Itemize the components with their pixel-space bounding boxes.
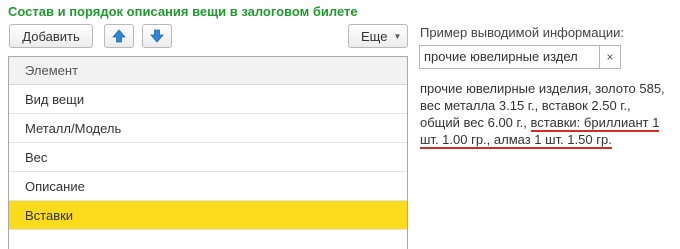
add-button[interactable]: Добавить: [9, 24, 93, 48]
more-button[interactable]: Еще ▼: [348, 24, 408, 48]
table-row[interactable]: Описание: [9, 172, 407, 201]
table-header[interactable]: Элемент: [9, 57, 407, 85]
table-row[interactable]: Металл/Модель: [9, 114, 407, 143]
preview-item-value[interactable]: прочие ювелирные издел: [420, 46, 602, 68]
move-up-button[interactable]: [104, 24, 134, 48]
preview-item-select[interactable]: прочие ювелирные издел ▼: [419, 45, 621, 69]
chevron-down-icon: ▼: [393, 31, 402, 41]
table-row-selected[interactable]: Вставки: [9, 201, 407, 230]
move-down-button[interactable]: [142, 24, 172, 48]
table-row[interactable]: Вид вещи: [9, 85, 407, 114]
preview-label: Пример выводимой информации:: [420, 25, 625, 40]
arrow-down-icon: [150, 29, 164, 43]
form-root: Состав и порядок описания вещи в залогов…: [0, 0, 680, 249]
elements-table: Элемент Вид вещи Металл/Модель Вес Описа…: [8, 56, 408, 249]
section-title: Состав и порядок описания вещи в залогов…: [8, 4, 358, 19]
preview-text: прочие ювелирные изделия, золото 585, ве…: [420, 80, 670, 149]
more-button-label: Еще: [361, 28, 388, 44]
table-row[interactable]: Вес: [9, 143, 407, 172]
clear-icon[interactable]: ×: [599, 45, 621, 69]
arrow-up-icon: [112, 29, 126, 43]
